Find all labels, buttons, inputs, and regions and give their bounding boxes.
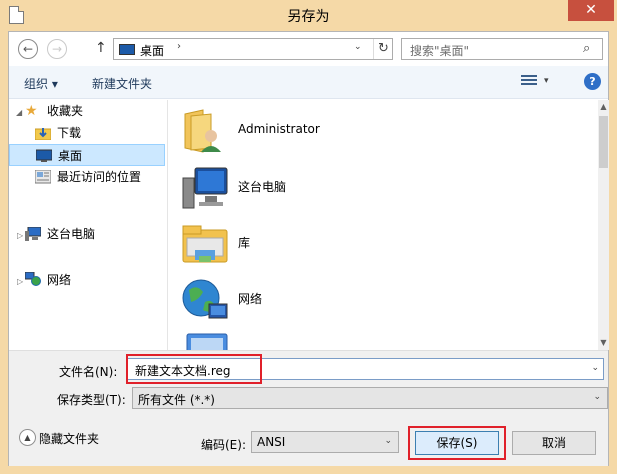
computer-icon: [25, 227, 41, 241]
filetype-label: 保存类型(T):: [57, 393, 126, 407]
file-list-scrollbar[interactable]: ▲ ▼: [598, 100, 609, 350]
star-icon: ★: [25, 103, 38, 119]
filetype-value: 所有文件 (*.*): [138, 393, 215, 407]
title-bar[interactable]: 另存为 ✕: [0, 0, 617, 31]
control-panel-icon: [186, 333, 228, 350]
nav-item-favorites[interactable]: ★ 收藏夹: [25, 100, 165, 122]
nav-item-recent[interactable]: 最近访问的位置: [35, 166, 165, 188]
file-item-library[interactable]: 库: [181, 218, 481, 268]
save-options-panel: 文件名(N): 新建文本文档.reg ⌄ 保存类型(T): 所有文件 (*.*)…: [9, 350, 608, 466]
window-frame-bottom: [0, 466, 617, 474]
filetype-dropdown-icon[interactable]: ⌄: [593, 392, 601, 402]
user-folder-icon: [184, 109, 221, 153]
scroll-down-icon[interactable]: ▼: [598, 336, 609, 350]
forward-button[interactable]: →: [47, 39, 67, 59]
desktop-icon: [36, 149, 52, 162]
scroll-thumb[interactable]: [599, 116, 608, 168]
computer-icon: [182, 167, 228, 209]
encoding-dropdown-icon[interactable]: ⌄: [384, 436, 392, 446]
up-button[interactable]: ↑: [95, 40, 107, 56]
nav-item-network[interactable]: 网络: [25, 269, 165, 291]
nav-item-label: 网络: [47, 273, 72, 287]
refresh-icon[interactable]: ↻: [373, 39, 393, 59]
favorites-expander-icon[interactable]: ◢: [16, 108, 22, 117]
download-folder-icon: [35, 128, 51, 140]
filename-highlight: [126, 354, 262, 384]
file-name: Administrator: [238, 122, 320, 136]
search-placeholder: 搜索"桌面": [410, 44, 470, 58]
breadcrumb-desktop[interactable]: 桌面: [140, 42, 164, 59]
command-toolbar: 组织 ▾ 新建文件夹 ▾ ?: [9, 66, 608, 99]
view-options-icon[interactable]: [521, 75, 537, 89]
filetype-select[interactable]: 所有文件 (*.*) ⌄: [132, 387, 608, 409]
recent-places-icon: [35, 170, 51, 184]
address-row: ← → ↑ 桌面 › ⌄ ↻ 搜索"桌面" ⌕: [9, 32, 608, 66]
filename-label: 文件名(N):: [59, 365, 118, 379]
dialog-body: ← → ↑ 桌面 › ⌄ ↻ 搜索"桌面" ⌕ 组织 ▾ 新建文件夹 ▾ ? ◢…: [8, 31, 609, 466]
close-button[interactable]: ✕: [568, 0, 614, 21]
computer-expander-icon[interactable]: ▷: [17, 231, 23, 240]
file-item-administrator[interactable]: Administrator: [181, 106, 481, 156]
file-item-this-pc[interactable]: 这台电脑: [181, 162, 481, 212]
nav-item-label: 最近访问的位置: [57, 170, 142, 184]
collapse-icon: ▲: [19, 429, 36, 446]
nav-item-this-pc[interactable]: 这台电脑: [25, 223, 165, 245]
nav-item-label: 桌面: [58, 149, 83, 163]
address-history-dropdown[interactable]: ⌄: [354, 42, 362, 52]
encoding-select[interactable]: ANSI ⌄: [251, 431, 399, 453]
view-dropdown-icon[interactable]: ▾: [544, 76, 549, 86]
network-icon: [25, 272, 41, 286]
file-name: 这台电脑: [238, 180, 287, 194]
save-as-dialog: 另存为 ✕ ← → ↑ 桌面 › ⌄ ↻ 搜索"桌面" ⌕ 组织 ▾ 新建文件夹: [0, 0, 617, 474]
file-name: 网络: [238, 292, 263, 306]
back-button[interactable]: ←: [18, 39, 38, 59]
search-icon[interactable]: ⌕: [583, 41, 590, 56]
navigation-pane: ◢ ★ 收藏夹 下载 桌面 最近访问的位置 ▷ 这台电脑 ▷ 网络: [9, 100, 167, 350]
nav-item-desktop[interactable]: 桌面: [9, 144, 165, 166]
desktop-icon: [119, 44, 135, 55]
nav-item-downloads[interactable]: 下载: [35, 122, 165, 144]
organize-menu[interactable]: 组织 ▾: [24, 75, 58, 92]
search-input[interactable]: 搜索"桌面" ⌕: [401, 38, 603, 60]
new-folder-button[interactable]: 新建文件夹: [92, 75, 152, 92]
network-icon: [182, 279, 228, 319]
cancel-button[interactable]: 取消: [512, 431, 596, 455]
file-name: 库: [238, 236, 251, 250]
dialog-title: 另存为: [287, 9, 330, 25]
library-icon: [182, 225, 228, 263]
nav-item-label: 这台电脑: [47, 227, 96, 241]
filename-dropdown-icon[interactable]: ⌄: [591, 363, 599, 373]
pane-divider[interactable]: [167, 100, 168, 350]
help-icon[interactable]: ?: [584, 73, 601, 90]
scroll-up-icon[interactable]: ▲: [598, 100, 609, 114]
breadcrumb-chevron-icon[interactable]: ›: [177, 41, 181, 52]
encoding-value: ANSI: [257, 435, 286, 449]
file-item-partial[interactable]: [181, 330, 481, 350]
save-button[interactable]: 保存(S): [415, 431, 499, 455]
file-list: Administrator 这台电脑 库 网络: [169, 100, 598, 350]
file-item-network[interactable]: 网络: [181, 274, 481, 324]
network-expander-icon[interactable]: ▷: [17, 277, 23, 286]
address-bar[interactable]: 桌面 › ⌄ ↻: [113, 38, 393, 60]
nav-item-label: 收藏夹: [47, 104, 84, 118]
nav-item-label: 下载: [57, 126, 82, 140]
encoding-label: 编码(E):: [201, 438, 246, 452]
hide-folders-label: 隐藏文件夹: [39, 432, 100, 446]
